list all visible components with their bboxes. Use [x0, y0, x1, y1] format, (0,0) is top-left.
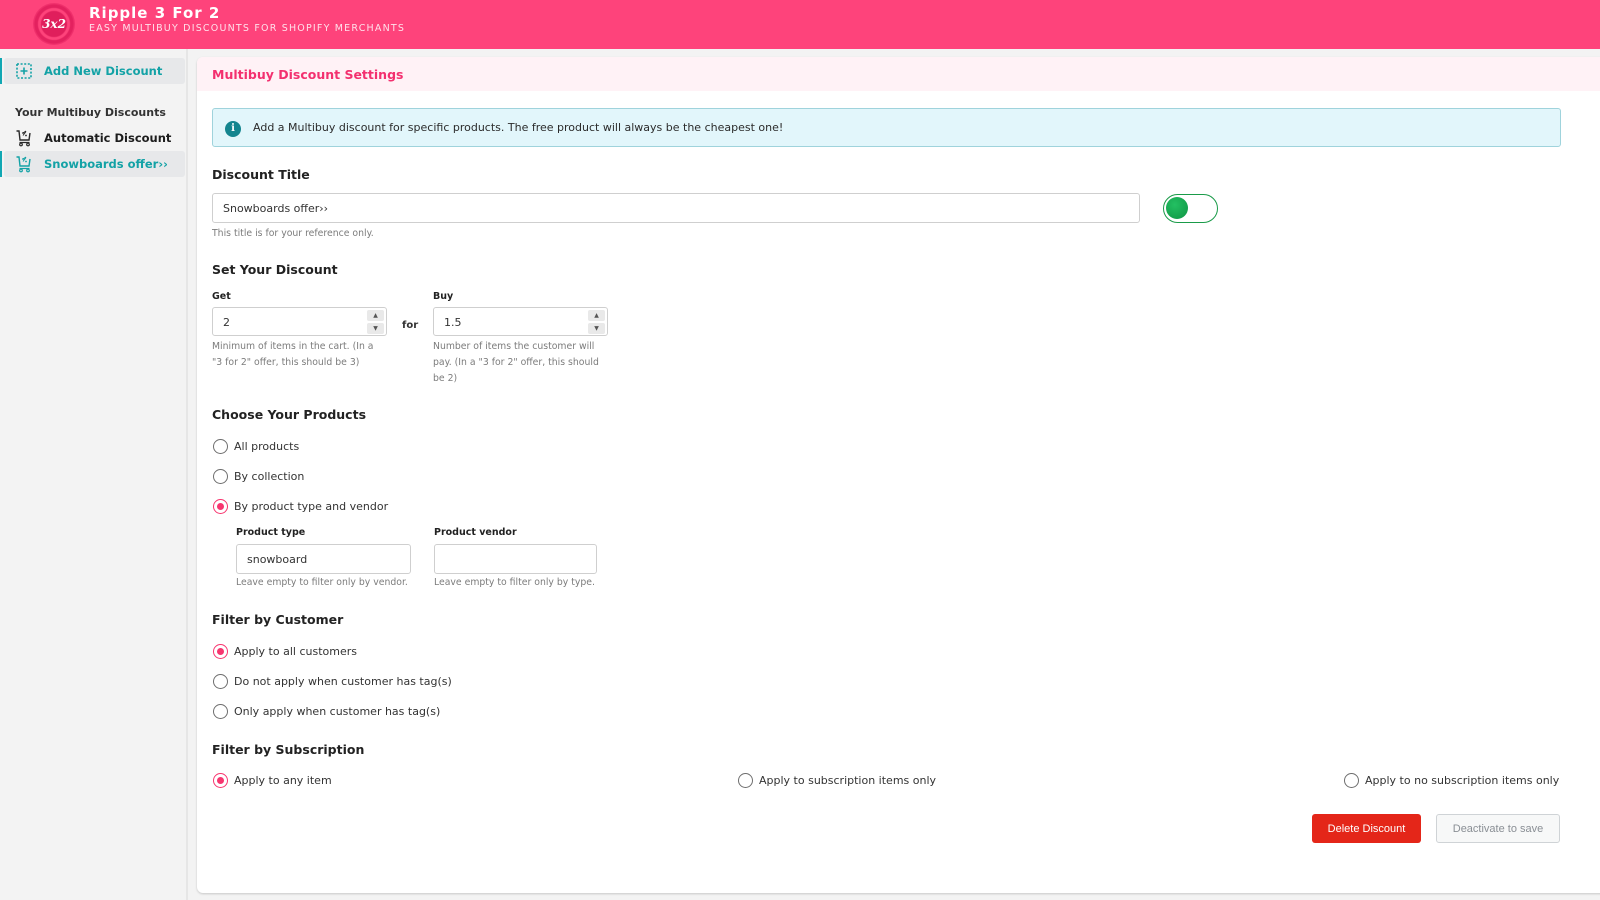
radio-circle-selected: [213, 644, 228, 659]
radio-circle-selected: [213, 773, 228, 788]
radio-circle: [738, 773, 753, 788]
radio-only-tagged-customers[interactable]: Only apply when customer has tag(s): [213, 704, 440, 719]
info-icon: i: [225, 121, 241, 137]
discount-cart-icon: [16, 130, 31, 147]
stepper-down-button[interactable]: ▼: [588, 323, 605, 334]
sidebar-item-label: Add New Discount: [44, 64, 163, 78]
sidebar-item-label: Automatic Discount: [44, 131, 172, 145]
radio-circle: [213, 674, 228, 689]
radio-exclude-tagged-customers[interactable]: Do not apply when customer has tag(s): [213, 674, 452, 689]
radio-by-collection[interactable]: By collection: [213, 469, 304, 484]
radio-circle: [1344, 773, 1359, 788]
discount-active-toggle[interactable]: [1163, 194, 1218, 223]
app-logo: 3x2: [33, 3, 75, 45]
settings-panel: Multibuy Discount Settings i Add a Multi…: [197, 57, 1600, 893]
product-vendor-help: Leave empty to filter only by type.: [434, 577, 595, 588]
active-indicator: [0, 151, 2, 177]
toggle-knob: [1166, 197, 1188, 219]
discount-title-heading: Discount Title: [212, 167, 310, 182]
products-heading: Choose Your Products: [212, 407, 367, 422]
deactivate-to-save-button[interactable]: Deactivate to save: [1436, 814, 1560, 843]
stepper-down-button[interactable]: ▼: [367, 323, 384, 334]
sidebar-item-automatic-discount[interactable]: Automatic Discount: [4, 125, 185, 151]
sidebar-item-snowboards-offer[interactable]: Snowboards offer››: [0, 151, 185, 177]
delete-discount-button[interactable]: Delete Discount: [1312, 814, 1421, 843]
radio-any-item[interactable]: Apply to any item: [213, 773, 332, 788]
info-text: Add a Multibuy discount for specific pro…: [253, 121, 784, 134]
stepper-up-button[interactable]: ▲: [588, 310, 605, 321]
get-quantity-stepper[interactable]: ▲ ▼: [367, 310, 384, 334]
buy-quantity-input[interactable]: 1.5 ▲ ▼: [433, 307, 608, 336]
product-type-label: Product type: [236, 527, 306, 538]
discount-cart-icon: [16, 156, 31, 173]
radio-circle-selected: [213, 499, 228, 514]
set-discount-heading: Set Your Discount: [212, 262, 338, 277]
radio-by-type-vendor[interactable]: By product type and vendor: [213, 499, 388, 514]
get-quantity-input[interactable]: 2 ▲ ▼: [212, 307, 387, 336]
buy-help: Number of items the customer will pay. (…: [433, 341, 599, 384]
discount-title-help: This title is for your reference only.: [212, 228, 374, 239]
buy-quantity-value: 1.5: [444, 316, 462, 329]
product-vendor-input[interactable]: [434, 544, 597, 574]
info-banner: i Add a Multibuy discount for specific p…: [212, 108, 1561, 147]
panel-title: Multibuy Discount Settings: [212, 67, 404, 82]
radio-circle: [213, 469, 228, 484]
sidebar: Add New Discount Your Multibuy Discounts…: [0, 49, 188, 900]
radio-circle: [213, 439, 228, 454]
product-type-help: Leave empty to filter only by vendor.: [236, 577, 408, 588]
product-type-input[interactable]: snowboard: [236, 544, 411, 574]
product-vendor-label: Product vendor: [434, 527, 517, 538]
buy-label: Buy: [433, 291, 454, 302]
get-quantity-value: 2: [223, 316, 230, 329]
discount-title-input[interactable]: Snowboards offer››: [212, 193, 1140, 223]
radio-all-products[interactable]: All products: [213, 439, 299, 454]
stepper-up-button[interactable]: ▲: [367, 310, 384, 321]
customer-filter-heading: Filter by Customer: [212, 612, 344, 627]
subscription-filter-heading: Filter by Subscription: [212, 742, 365, 757]
radio-subscription-only[interactable]: Apply to subscription items only: [738, 773, 936, 788]
product-type-value: snowboard: [247, 553, 308, 566]
get-help: Minimum of items in the cart. (In a "3 f…: [212, 341, 374, 368]
active-indicator: [0, 58, 2, 84]
sidebar-item-add-new-discount[interactable]: Add New Discount: [0, 58, 185, 84]
for-label: for: [402, 320, 419, 331]
radio-circle: [213, 704, 228, 719]
app-header: 3x2 Ripple 3 For 2 EASY MULTIBUY DISCOUN…: [0, 0, 1600, 49]
get-label: Get: [212, 291, 231, 302]
radio-all-customers[interactable]: Apply to all customers: [213, 644, 357, 659]
discount-title-value: Snowboards offer››: [223, 202, 329, 215]
app-title: Ripple 3 For 2: [89, 4, 221, 22]
sidebar-item-label: Snowboards offer››: [44, 157, 168, 171]
buy-quantity-stepper[interactable]: ▲ ▼: [588, 310, 605, 334]
radio-no-subscription[interactable]: Apply to no subscription items only: [1344, 773, 1559, 788]
app-subtitle: EASY MULTIBUY DISCOUNTS FOR SHOPIFY MERC…: [89, 23, 406, 34]
panel-header: Multibuy Discount Settings: [197, 57, 1600, 91]
add-dashed-square-icon: [16, 63, 32, 79]
sidebar-heading: Your Multibuy Discounts: [15, 106, 166, 119]
